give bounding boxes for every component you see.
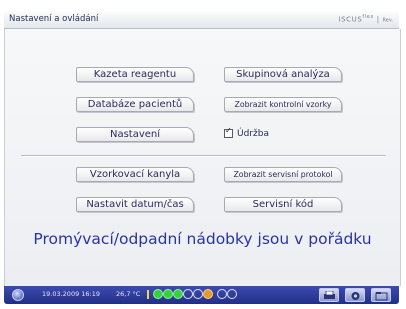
set-datetime-button[interactable]: Nastavit datum/čas: [76, 197, 194, 212]
show-service-protocol-label: Zobrazit servisní protokol: [233, 170, 333, 179]
settings-panel: Kazeta reagentu Skupinová analýza Databá…: [4, 29, 401, 286]
sample-cannula-label: Vzorkovací kanyla: [89, 169, 181, 180]
show-control-samples-label: Zobrazit kontrolní vzorky: [234, 100, 332, 109]
sample-position-icon: [217, 289, 227, 299]
datetime-display: 19.03.2009 16:19: [42, 290, 101, 298]
sample-position-icon: [183, 289, 193, 299]
checkbox-checked-icon[interactable]: [224, 126, 233, 138]
service-code-label: Servisní kód: [252, 199, 314, 210]
settings-gear-button[interactable]: [345, 288, 365, 302]
power-icon[interactable]: [12, 289, 24, 301]
brand-superscript: flex: [362, 14, 374, 20]
sample-position-icon: [163, 289, 173, 299]
group-analysis-button[interactable]: Skupinová analýza: [224, 67, 342, 82]
show-control-samples-button[interactable]: Zobrazit kontrolní vzorky: [224, 97, 342, 112]
folder-button[interactable]: [371, 288, 391, 302]
reagent-cassette-button[interactable]: Kazeta reagentu: [76, 67, 194, 82]
set-datetime-label: Nastavit datum/čas: [86, 199, 184, 210]
maintenance-label: Údržba: [237, 128, 269, 139]
settings-button[interactable]: Nastavení: [76, 127, 194, 142]
brand-rev: Rev.: [382, 17, 394, 24]
status-bar: 19.03.2009 16:19 26,7 °C: [4, 286, 399, 304]
sample-position-icon: [193, 289, 203, 299]
group-analysis-label: Skupinová analýza: [236, 69, 330, 80]
patient-database-label: Databáze pacientů: [87, 99, 183, 110]
brand-logo: ISCUSflex | Rev.: [338, 14, 394, 24]
brand-name: ISCUS: [338, 15, 363, 24]
sample-position-icon: [153, 289, 163, 299]
folder-icon: [375, 292, 388, 301]
window-titlebar: Nastavení a ovládání ISCUSflex | Rev.: [4, 11, 399, 29]
sample-position-icon: [173, 289, 183, 299]
temperature-indicator: [147, 290, 149, 299]
reagent-cassette-label: Kazeta reagentu: [93, 69, 177, 80]
settings-label: Nastavení: [109, 129, 161, 140]
maintenance-checkbox[interactable]: Údržba: [224, 126, 269, 140]
window-title: Nastavení a ovládání: [9, 14, 99, 24]
sample-cannula-button[interactable]: Vzorkovací kanyla: [76, 167, 194, 182]
show-service-protocol-button[interactable]: Zobrazit servisní protokol: [224, 167, 342, 182]
service-code-button[interactable]: Servisní kód: [224, 197, 342, 212]
patient-database-button[interactable]: Databáze pacientů: [76, 97, 194, 112]
status-message: Promývací/odpadní nádobky jsou v pořádku: [33, 230, 372, 248]
sample-position-icon: [227, 289, 237, 299]
temperature-display: 26,7 °C: [116, 290, 141, 298]
gear-icon: [351, 292, 360, 300]
printer-icon: [324, 291, 335, 299]
sample-positions: [153, 289, 237, 299]
print-button[interactable]: [319, 288, 339, 302]
sample-position-icon: [203, 289, 213, 299]
section-divider: [21, 155, 386, 157]
